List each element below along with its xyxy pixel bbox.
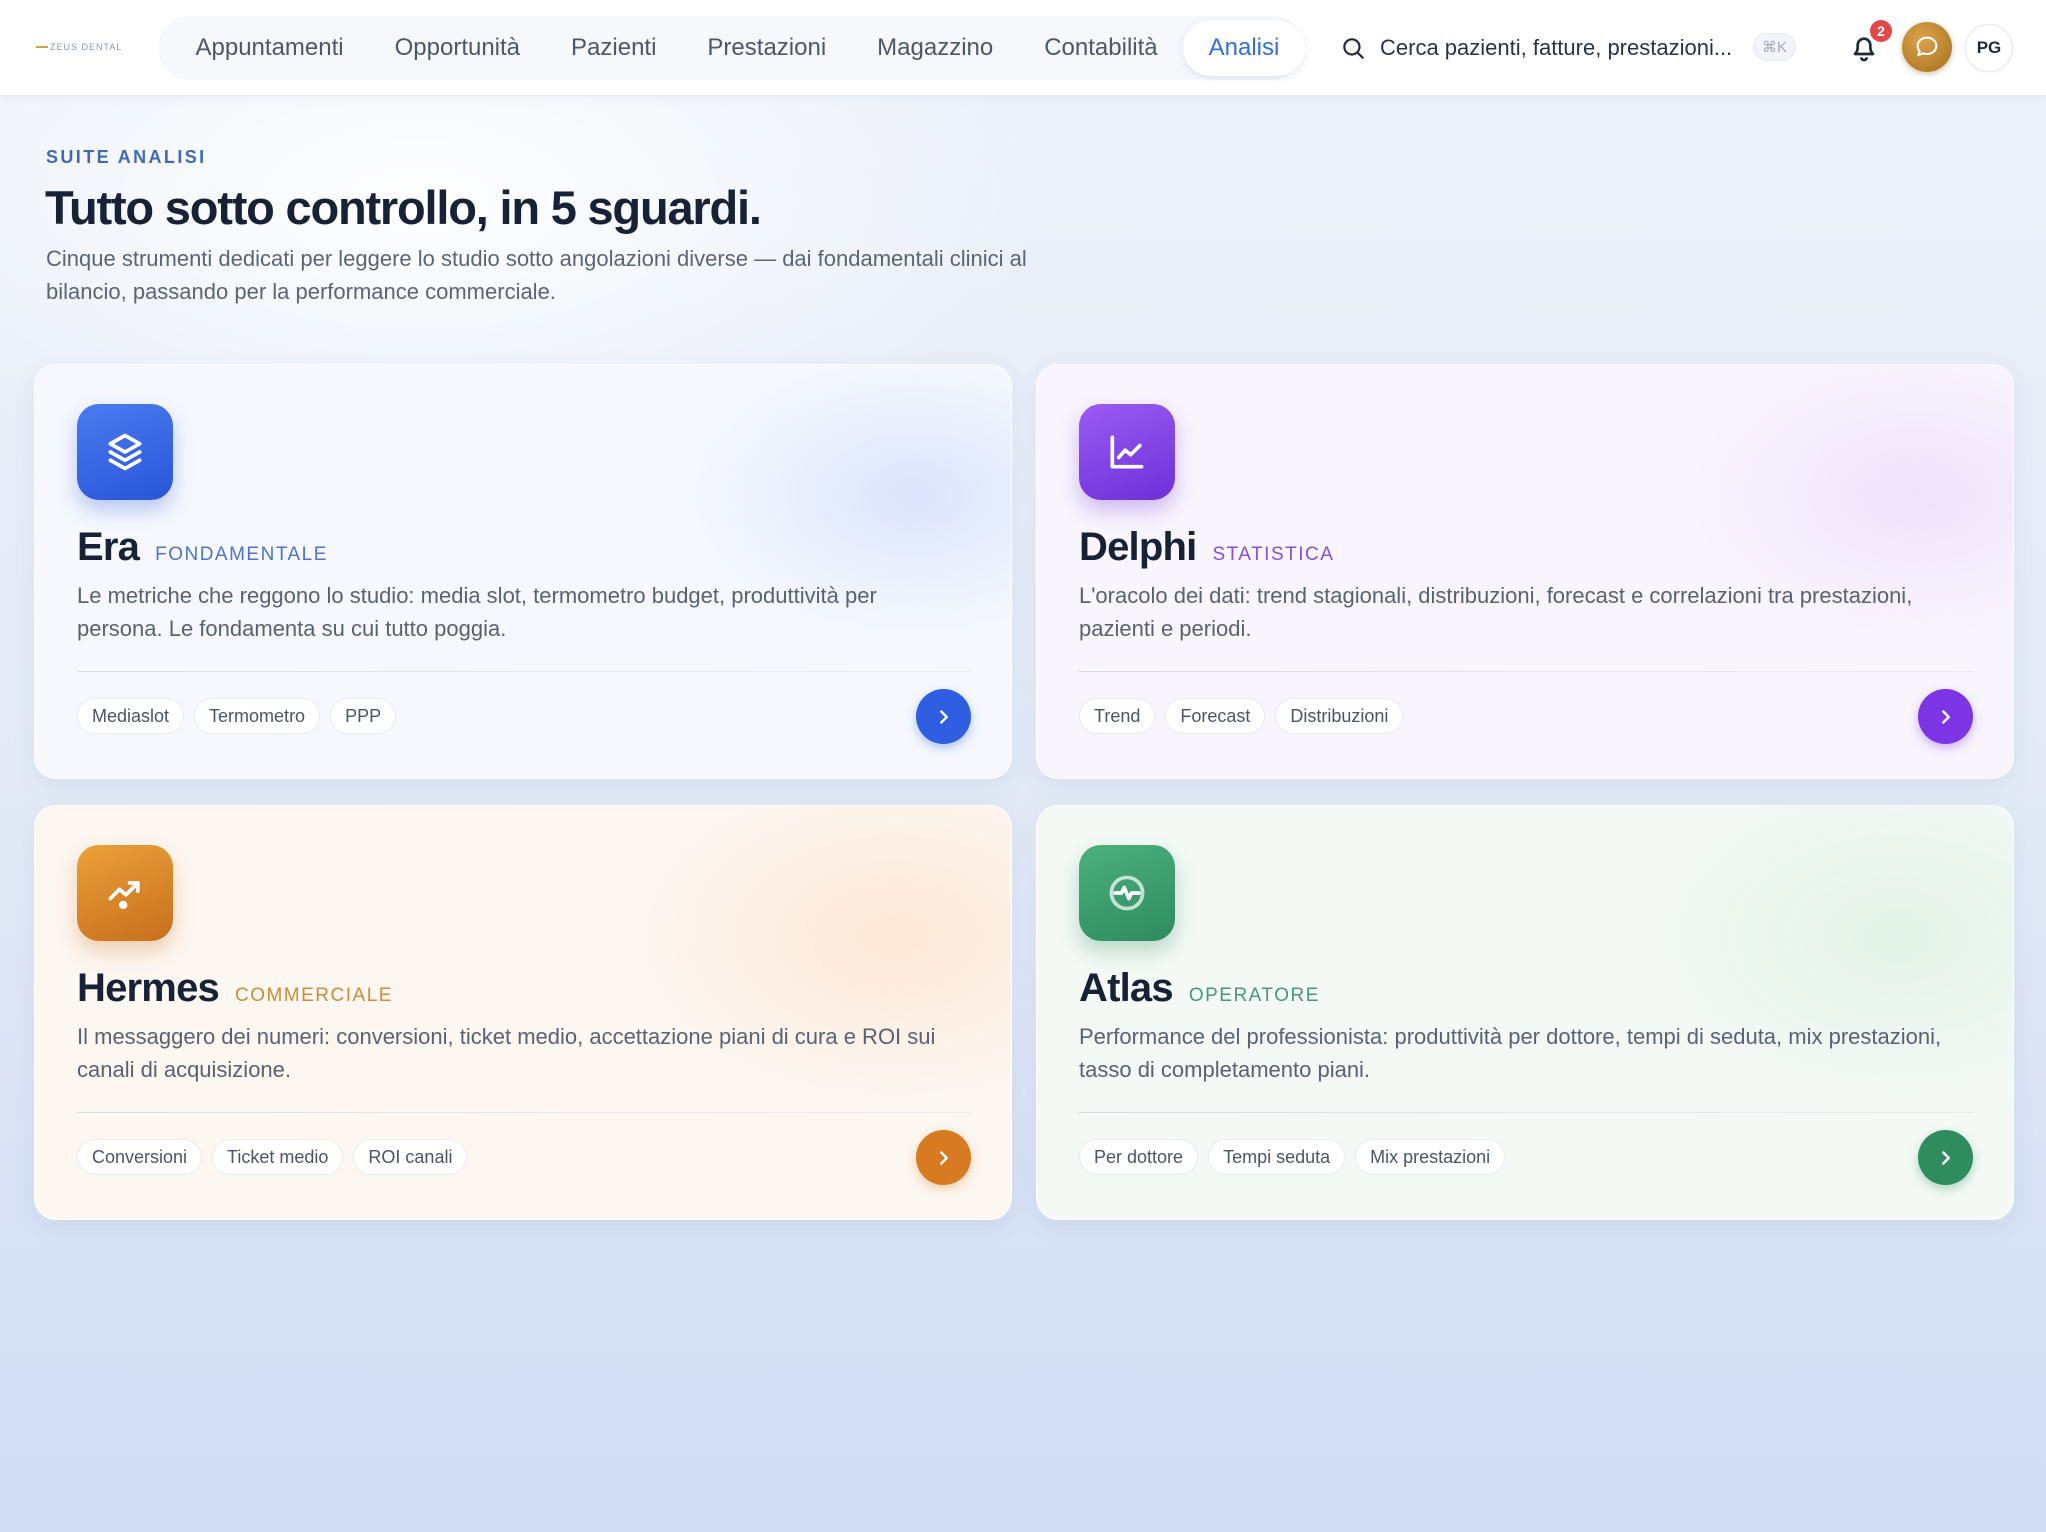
main-nav: Appuntamenti Opportunità Pazienti Presta… bbox=[158, 16, 1305, 80]
analysis-card-atlas[interactable]: Atlas OPERATORE Performance del professi… bbox=[1036, 805, 2014, 1220]
analysis-card-hermes[interactable]: Hermes COMMERCIALE Il messaggero dei num… bbox=[34, 805, 1012, 1220]
card-title: Atlas bbox=[1079, 966, 1174, 1010]
search-icon bbox=[1343, 38, 1364, 59]
card-header: Delphi STATISTICA bbox=[1079, 525, 1334, 570]
analysis-card-era[interactable]: Era FONDAMENTALE Le metriche che reggono… bbox=[34, 364, 1012, 779]
nav-item-magazzino[interactable]: Magazzino bbox=[852, 20, 1019, 76]
era-badge bbox=[77, 404, 173, 500]
global-search[interactable]: Cerca pazienti, fatture, prestazioni... bbox=[1340, 22, 1800, 74]
card-chips: Per dottore Tempi seduta Mix prestazioni bbox=[1079, 1139, 1506, 1175]
card-divider bbox=[77, 1112, 971, 1113]
card-header: Era FONDAMENTALE bbox=[77, 525, 328, 570]
nav-item-pazienti[interactable]: Pazienti bbox=[546, 20, 682, 76]
nav-item-prestazioni[interactable]: Prestazioni bbox=[682, 20, 852, 76]
card-category: STATISTICA bbox=[1212, 544, 1335, 565]
chip: Conversioni bbox=[77, 1139, 203, 1175]
chevron-right-icon bbox=[1941, 709, 1950, 724]
nav-item-opportunita[interactable]: Opportunità bbox=[369, 20, 545, 76]
trending-up-icon bbox=[108, 881, 140, 910]
chip: Ticket medio bbox=[212, 1139, 344, 1175]
card-title: Hermes bbox=[77, 966, 220, 1010]
line-chart-icon bbox=[1110, 435, 1144, 469]
card-description: Le metriche che reggono lo studio: media… bbox=[77, 583, 877, 641]
atlas-badge bbox=[1079, 845, 1175, 941]
chip: Trend bbox=[1079, 698, 1156, 734]
logo-mark bbox=[36, 46, 48, 48]
search-shortcut-hint: ⌘K bbox=[1753, 33, 1797, 61]
page-title: Tutto sotto controllo, in 5 sguardi. bbox=[45, 181, 762, 234]
chip: PPP bbox=[330, 698, 397, 734]
chip: Mediaslot bbox=[77, 698, 185, 734]
chip: Per dottore bbox=[1079, 1139, 1199, 1175]
logo-text: ZEUS DENTAL bbox=[50, 42, 123, 52]
analysis-card-delphi[interactable]: Delphi STATISTICA L'oracolo dei dati: tr… bbox=[1036, 364, 2014, 779]
chevron-right-icon bbox=[939, 1150, 948, 1165]
chip: Mix prestazioni bbox=[1355, 1139, 1506, 1175]
card-category: OPERATORE bbox=[1188, 985, 1320, 1006]
card-chips: Mediaslot Termometro PPP bbox=[77, 698, 397, 734]
card-divider bbox=[77, 671, 971, 672]
chat-bubble-icon bbox=[1916, 36, 1938, 57]
section-eyebrow: SUITE ANALISI bbox=[46, 147, 207, 167]
card-divider bbox=[1079, 671, 1973, 672]
card-header: Hermes COMMERCIALE bbox=[77, 966, 393, 1011]
card-category: COMMERCIALE bbox=[234, 985, 393, 1006]
card-description: Performance del professionista: produtti… bbox=[1079, 1024, 1942, 1082]
nav-item-analisi[interactable]: Analisi bbox=[1183, 20, 1305, 76]
open-atlas-button[interactable] bbox=[1918, 1130, 1973, 1185]
chat-button[interactable] bbox=[1902, 22, 1952, 72]
chevron-right-icon bbox=[1941, 1150, 1950, 1165]
chevron-right-icon bbox=[939, 709, 948, 724]
user-avatar[interactable]: PG bbox=[1965, 24, 2013, 72]
layers-icon bbox=[108, 433, 142, 471]
card-category: FONDAMENTALE bbox=[155, 544, 328, 565]
activity-icon bbox=[1109, 875, 1145, 911]
app-logo[interactable]: ZEUS DENTAL bbox=[36, 40, 124, 54]
card-description: L'oracolo dei dati: trend stagionali, di… bbox=[1079, 583, 1913, 641]
search-placeholder: Cerca pazienti, fatture, prestazioni... bbox=[1380, 35, 1733, 60]
card-title: Era bbox=[77, 525, 140, 569]
chip: Distribuzioni bbox=[1275, 698, 1404, 734]
notifications-badge: 2 bbox=[1870, 20, 1892, 42]
open-hermes-button[interactable] bbox=[916, 1130, 971, 1185]
top-navbar: ZEUS DENTAL Appuntamenti Opportunità Paz… bbox=[0, 0, 2046, 96]
nav-item-contabilita[interactable]: Contabilità bbox=[1019, 20, 1183, 76]
page-subtitle: Cinque strumenti dedicati per leggere lo… bbox=[46, 246, 1027, 304]
card-chips: Trend Forecast Distribuzioni bbox=[1079, 698, 1404, 734]
chip: ROI canali bbox=[353, 1139, 468, 1175]
open-delphi-button[interactable] bbox=[1918, 689, 1973, 744]
card-header: Atlas OPERATORE bbox=[1079, 966, 1320, 1011]
delphi-badge bbox=[1079, 404, 1175, 500]
card-description: Il messaggero dei numeri: conversioni, t… bbox=[77, 1024, 936, 1082]
nav-item-appuntamenti[interactable]: Appuntamenti bbox=[170, 20, 369, 76]
hermes-badge bbox=[77, 845, 173, 941]
chip: Forecast bbox=[1165, 698, 1266, 734]
chip: Tempi seduta bbox=[1208, 1139, 1346, 1175]
open-era-button[interactable] bbox=[916, 689, 971, 744]
card-divider bbox=[1079, 1112, 1973, 1113]
card-chips: Conversioni Ticket medio ROI canali bbox=[77, 1139, 468, 1175]
chip: Termometro bbox=[194, 698, 321, 734]
card-title: Delphi bbox=[1079, 525, 1197, 569]
